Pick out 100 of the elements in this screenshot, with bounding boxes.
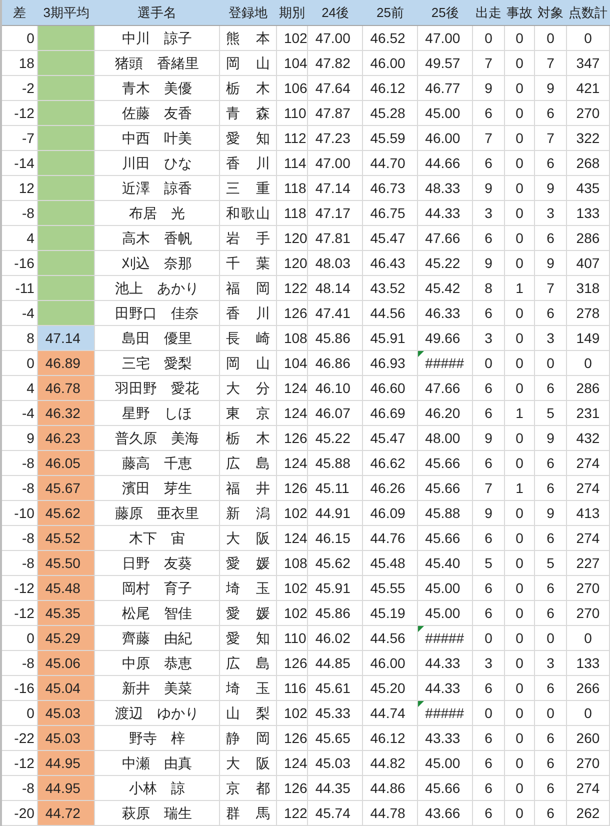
table-cell: 44.33 <box>418 650 473 676</box>
table-cell: 9 <box>472 426 505 450</box>
table-cell: 6 <box>472 450 505 476</box>
table-cell: 110 <box>276 626 308 650</box>
table-cell: 46.15 <box>308 526 363 550</box>
table-cell-text: 千 葉 <box>226 254 270 273</box>
table-cell: 45.59 <box>362 126 418 150</box>
table-cell: 0 <box>504 300 535 326</box>
table-cell: 44.85 <box>308 650 363 676</box>
column-header: 出走 <box>472 0 505 26</box>
table-cell: 6 <box>472 226 505 250</box>
table-cell: 野寺 梓 <box>94 726 220 750</box>
table-cell: 46.93 <box>362 350 418 376</box>
table-cell: 0 <box>566 26 610 50</box>
table-cell: 46.32 <box>38 400 95 426</box>
table-cell: 0 <box>504 200 535 226</box>
table-cell: 中瀬 由真 <box>94 750 220 776</box>
table-cell: 6 <box>472 100 505 126</box>
table-cell: 45.52 <box>38 526 95 550</box>
table-cell: 7 <box>534 126 566 150</box>
table-cell-text: 埼 玉 <box>226 679 270 698</box>
table-cell: 102 <box>276 26 308 50</box>
table-cell: 45.47 <box>362 426 418 450</box>
table-cell: 48.33 <box>418 176 473 200</box>
table-cell-text: 大 阪 <box>226 529 270 548</box>
column-header: 25前 <box>362 0 418 26</box>
table-cell: 47.14 <box>38 326 95 350</box>
table-cell: 45.35 <box>38 600 95 626</box>
table-cell: 45.50 <box>38 550 95 576</box>
table-cell: 149 <box>566 326 610 350</box>
table-cell: 268 <box>566 150 610 176</box>
table-cell: 45.62 <box>38 500 95 526</box>
table-cell: 45.62 <box>308 550 363 576</box>
table-cell-text: 福 岡 <box>226 279 270 298</box>
table-cell: 0 <box>504 726 535 750</box>
table-cell: 5 <box>472 550 505 576</box>
table-cell: 日野 友葵 <box>94 550 220 576</box>
table-cell: 110 <box>276 100 308 126</box>
table-cell: 47.14 <box>308 176 363 200</box>
table-cell: 6 <box>534 150 566 176</box>
table-cell: 274 <box>566 526 610 550</box>
table-cell: 渡辺 ゆかり <box>94 700 220 726</box>
table-cell: 47.00 <box>308 26 363 50</box>
table-cell: 9 <box>534 426 566 450</box>
table-cell: 0 <box>472 26 505 50</box>
table-cell: 47.64 <box>308 76 363 100</box>
table-cell: 8 <box>472 276 505 300</box>
table-cell: 45.88 <box>418 500 473 526</box>
table-cell: 46.77 <box>418 76 473 100</box>
table-cell: 青木 美優 <box>94 76 220 100</box>
table-cell: 45.42 <box>418 276 473 300</box>
table-cell: 102 <box>276 700 308 726</box>
table-cell: 6 <box>472 376 505 400</box>
table-cell: 45.86 <box>308 600 363 626</box>
table-cell-text: 香 川 <box>226 154 270 173</box>
table-cell-text: 愛 媛 <box>226 604 270 623</box>
table-cell: 松尾 智佳 <box>94 600 220 626</box>
table-cell: 0 <box>504 350 535 376</box>
table-cell: 0 <box>504 626 535 650</box>
table-cell: 124 <box>276 750 308 776</box>
table-cell: 45.86 <box>308 326 363 350</box>
table-cell: 44.82 <box>362 750 418 776</box>
table-cell: 3 <box>472 326 505 350</box>
table-cell: 藤高 千恵 <box>94 450 220 476</box>
table-cell: 118 <box>276 200 308 226</box>
table-cell: 46.33 <box>418 300 473 326</box>
table-cell: 46.12 <box>362 726 418 750</box>
table-cell: 43.66 <box>418 800 473 826</box>
table-cell: 0 <box>504 76 535 100</box>
table-cell: 133 <box>566 200 610 226</box>
table-cell: 田野口 佳奈 <box>94 300 220 326</box>
table-cell: 3 <box>472 650 505 676</box>
table-cell: 270 <box>566 750 610 776</box>
table-cell: 45.04 <box>38 676 95 700</box>
table-cell: 46.07 <box>308 400 363 426</box>
table-cell: 0 <box>504 150 535 176</box>
table-cell: 116 <box>276 676 308 700</box>
table-cell-text: 栃 木 <box>226 429 270 448</box>
table-cell: 0 <box>504 376 535 400</box>
table-cell: 46.20 <box>418 400 473 426</box>
table-cell: 0 <box>504 450 535 476</box>
table-cell: 48.14 <box>308 276 363 300</box>
table-cell: 三宅 愛梨 <box>94 350 220 376</box>
table-cell: 45.33 <box>308 700 363 726</box>
table-cell: 45.65 <box>308 726 363 750</box>
table-cell-text: 静 岡 <box>226 729 270 748</box>
table-cell: 45.28 <box>362 100 418 126</box>
table-cell-text: 大 分 <box>226 379 270 398</box>
table-cell: 6 <box>534 300 566 326</box>
table-cell: 7 <box>472 126 505 150</box>
table-cell-text: 埼 玉 <box>226 579 270 598</box>
table-cell: 44.56 <box>362 300 418 326</box>
table-cell: 45.00 <box>418 100 473 126</box>
table-cell: 274 <box>566 476 610 500</box>
table-cell: 270 <box>566 600 610 626</box>
table-cell: 藤原 亜衣里 <box>94 500 220 526</box>
table-cell: 9 <box>472 250 505 276</box>
table-cell: 45.00 <box>418 750 473 776</box>
table-cell: 47.17 <box>308 200 363 226</box>
table-cell: 6 <box>472 400 505 426</box>
